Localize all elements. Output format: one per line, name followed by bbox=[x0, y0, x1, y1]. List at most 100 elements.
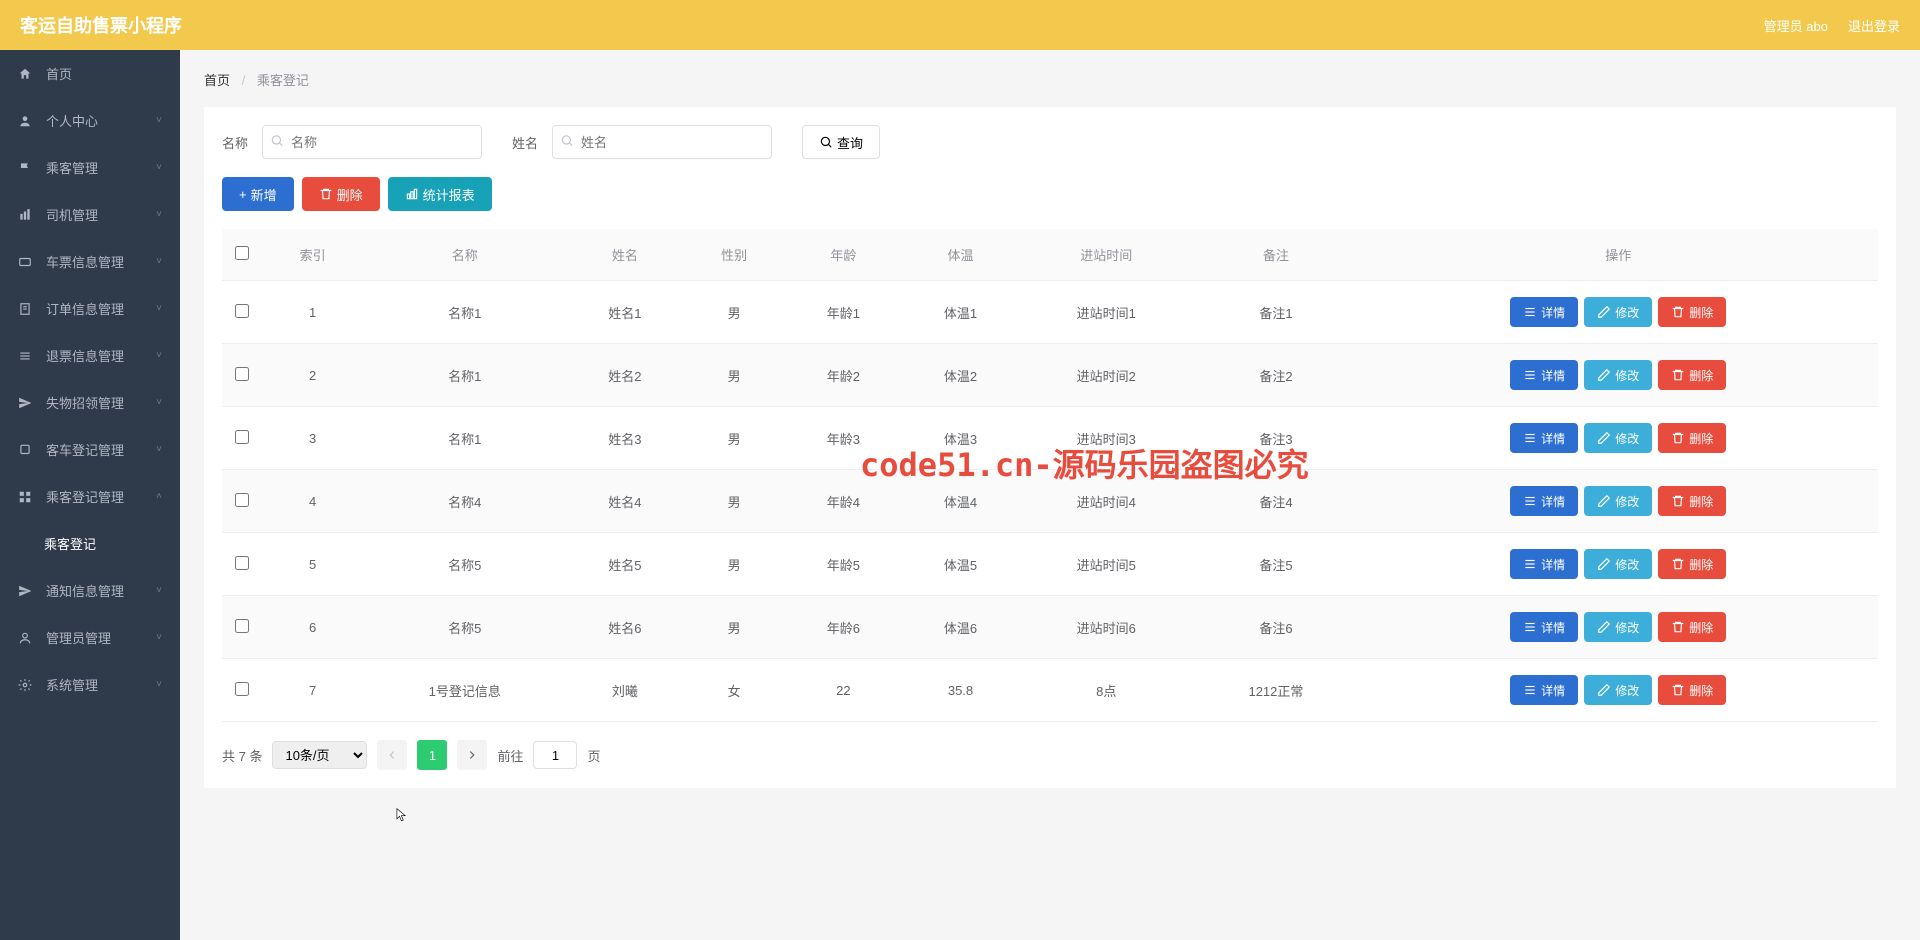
cell-temp: 体温4 bbox=[902, 470, 1019, 533]
cell-index: 6 bbox=[262, 596, 363, 659]
edit-icon bbox=[1597, 494, 1611, 508]
edit-button[interactable]: 修改 bbox=[1584, 360, 1652, 390]
prev-page-button[interactable] bbox=[377, 740, 407, 770]
cell-gender: 男 bbox=[683, 533, 784, 596]
row-checkbox[interactable] bbox=[235, 556, 249, 570]
cell-temp: 体温3 bbox=[902, 407, 1019, 470]
row-checkbox[interactable] bbox=[235, 619, 249, 633]
cell-gender: 男 bbox=[683, 281, 784, 344]
sidebar-item-refund[interactable]: 退票信息管理 ˅ bbox=[0, 332, 180, 379]
row-delete-button[interactable]: 删除 bbox=[1658, 423, 1726, 453]
query-button[interactable]: 查询 bbox=[802, 125, 880, 159]
edit-button[interactable]: 修改 bbox=[1584, 486, 1652, 516]
select-all-checkbox[interactable] bbox=[235, 246, 249, 260]
cell-note: 备注5 bbox=[1193, 533, 1358, 596]
cell-name: 名称4 bbox=[363, 470, 566, 533]
sidebar-item-bar[interactable]: 司机管理 ˅ bbox=[0, 191, 180, 238]
table-header: 年龄 bbox=[785, 229, 902, 281]
detail-button[interactable]: 详情 bbox=[1510, 549, 1578, 579]
flag-icon bbox=[18, 161, 36, 175]
cell-gender: 男 bbox=[683, 596, 784, 659]
add-button[interactable]: + 新增 bbox=[222, 177, 294, 211]
detail-button[interactable]: 详情 bbox=[1510, 675, 1578, 705]
logout-link[interactable]: 退出登录 bbox=[1848, 16, 1900, 35]
cell-note: 备注4 bbox=[1193, 470, 1358, 533]
search-name-input[interactable] bbox=[262, 125, 482, 159]
sidebar-item-order[interactable]: 订单信息管理 ˅ bbox=[0, 285, 180, 332]
sidebar-item-admin[interactable]: 管理员管理 ˅ bbox=[0, 614, 180, 661]
sidebar-item-user[interactable]: 个人中心 ˅ bbox=[0, 97, 180, 144]
sidebar-item-label: 车票信息管理 bbox=[46, 252, 156, 271]
list-icon bbox=[1523, 557, 1537, 571]
sidebar-item-bus[interactable]: 客车登记管理 ˅ bbox=[0, 426, 180, 473]
sidebar-item-gear[interactable]: 系统管理 ˅ bbox=[0, 661, 180, 708]
edit-button[interactable]: 修改 bbox=[1584, 423, 1652, 453]
row-delete-button[interactable]: 删除 bbox=[1658, 360, 1726, 390]
edit-button[interactable]: 修改 bbox=[1584, 297, 1652, 327]
row-checkbox[interactable] bbox=[235, 304, 249, 318]
page-number-button[interactable]: 1 bbox=[417, 740, 447, 770]
detail-button[interactable]: 详情 bbox=[1510, 360, 1578, 390]
cell-time: 进站时间4 bbox=[1019, 470, 1193, 533]
goto-page-input[interactable] bbox=[533, 741, 577, 769]
cell-age: 年龄2 bbox=[785, 344, 902, 407]
main-content: 首页 / 乘客登记 名称 姓名 bbox=[180, 50, 1920, 940]
cell-index: 2 bbox=[262, 344, 363, 407]
row-delete-button[interactable]: 删除 bbox=[1658, 486, 1726, 516]
list-icon bbox=[1523, 494, 1537, 508]
sidebar-item-flag[interactable]: 乘客管理 ˅ bbox=[0, 144, 180, 191]
search-icon bbox=[819, 135, 833, 149]
edit-button[interactable]: 修改 bbox=[1584, 549, 1652, 579]
cell-person: 姓名4 bbox=[566, 470, 683, 533]
chevron-down-icon: ˅ bbox=[156, 444, 162, 455]
edit-button[interactable]: 修改 bbox=[1584, 675, 1652, 705]
sidebar-item-ticket[interactable]: 车票信息管理 ˅ bbox=[0, 238, 180, 285]
row-checkbox[interactable] bbox=[235, 367, 249, 381]
search-person-input[interactable] bbox=[552, 125, 772, 159]
sidebar-item-label: 个人中心 bbox=[46, 111, 156, 130]
sidebar-item-label: 司机管理 bbox=[46, 205, 156, 224]
table-header: 索引 bbox=[262, 229, 363, 281]
sidebar-item-home[interactable]: 首页 bbox=[0, 50, 180, 97]
table-row: 7 1号登记信息 刘曦 女 22 35.8 8点 1212正常 详情 修改 删除 bbox=[222, 659, 1878, 722]
detail-button[interactable]: 详情 bbox=[1510, 486, 1578, 516]
row-delete-button[interactable]: 删除 bbox=[1658, 612, 1726, 642]
admin-name[interactable]: 管理员 abo bbox=[1764, 16, 1828, 35]
sidebar-item-label: 订单信息管理 bbox=[46, 299, 156, 318]
page-size-select[interactable]: 10条/页 bbox=[272, 741, 367, 769]
delete-button[interactable]: 删除 bbox=[302, 177, 380, 211]
sidebar-subitem[interactable]: 乘客登记 bbox=[0, 520, 180, 567]
row-delete-button[interactable]: 删除 bbox=[1658, 675, 1726, 705]
list-icon bbox=[1523, 431, 1537, 445]
row-checkbox[interactable] bbox=[235, 430, 249, 444]
cell-temp: 体温5 bbox=[902, 533, 1019, 596]
chevron-down-icon: ˅ bbox=[156, 162, 162, 173]
row-checkbox[interactable] bbox=[235, 493, 249, 507]
table-row: 1 名称1 姓名1 男 年龄1 体温1 进站时间1 备注1 详情 修改 删除 bbox=[222, 281, 1878, 344]
stats-button[interactable]: 统计报表 bbox=[388, 177, 492, 211]
chevron-right-icon bbox=[465, 748, 479, 762]
cell-age: 年龄3 bbox=[785, 407, 902, 470]
chart-icon bbox=[405, 187, 419, 201]
detail-button[interactable]: 详情 bbox=[1510, 297, 1578, 327]
chevron-down-icon: ˅ bbox=[156, 209, 162, 220]
detail-button[interactable]: 详情 bbox=[1510, 612, 1578, 642]
cell-gender: 女 bbox=[683, 659, 784, 722]
row-checkbox[interactable] bbox=[235, 682, 249, 696]
row-delete-button[interactable]: 删除 bbox=[1658, 549, 1726, 579]
cell-age: 年龄5 bbox=[785, 533, 902, 596]
cell-time: 8点 bbox=[1019, 659, 1193, 722]
detail-button[interactable]: 详情 bbox=[1510, 423, 1578, 453]
sidebar-item-lost[interactable]: 失物招领管理 ˅ bbox=[0, 379, 180, 426]
sidebar-item-send[interactable]: 通知信息管理 ˅ bbox=[0, 567, 180, 614]
list-icon bbox=[1523, 620, 1537, 634]
edit-button[interactable]: 修改 bbox=[1584, 612, 1652, 642]
breadcrumb-home[interactable]: 首页 bbox=[204, 73, 230, 88]
row-delete-button[interactable]: 删除 bbox=[1658, 297, 1726, 327]
cell-name: 名称1 bbox=[363, 407, 566, 470]
cell-person: 姓名2 bbox=[566, 344, 683, 407]
sidebar-item-grid[interactable]: 乘客登记管理 ˄ bbox=[0, 473, 180, 520]
next-page-button[interactable] bbox=[457, 740, 487, 770]
table-row: 5 名称5 姓名5 男 年龄5 体温5 进站时间5 备注5 详情 修改 删除 bbox=[222, 533, 1878, 596]
cell-name: 名称5 bbox=[363, 596, 566, 659]
